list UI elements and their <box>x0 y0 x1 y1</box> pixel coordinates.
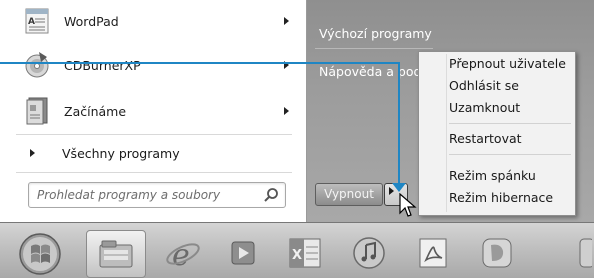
divider <box>16 134 292 135</box>
wordpad-icon: A <box>22 6 52 36</box>
file-explorer-icon <box>99 240 133 268</box>
callout-arrow-icon <box>392 183 406 192</box>
cdburnerxp-icon <box>22 50 52 80</box>
menu-item-lock[interactable]: Uzamknout <box>449 100 520 115</box>
menu-item-switch-user[interactable]: Přepnout uživatele <box>449 56 566 71</box>
svg-text:X: X <box>292 248 302 263</box>
start-orb-icon[interactable] <box>18 232 62 276</box>
svg-text:e: e <box>172 238 190 271</box>
divider <box>16 172 292 173</box>
taskbar-acrobat-button[interactable] <box>404 230 462 276</box>
divider <box>315 48 433 49</box>
program-item-getting-started[interactable]: Začínáme <box>0 94 306 128</box>
shutdown-button[interactable]: Vypnout <box>315 183 383 206</box>
program-item-cdburnerxp[interactable]: CDBurnerXP <box>0 48 306 82</box>
search-icon[interactable] <box>263 187 279 203</box>
acrobat-reader-icon <box>419 238 447 268</box>
search-input[interactable] <box>35 186 259 204</box>
app-icon <box>482 238 512 268</box>
taskbar-media-button[interactable] <box>214 230 272 276</box>
svg-text:A: A <box>28 17 35 27</box>
menu-gutter <box>446 54 447 212</box>
program-label: WordPad <box>64 13 119 29</box>
program-label: CDBurnerXP <box>64 57 141 73</box>
app-icon <box>579 238 592 268</box>
menu-item-hibernate[interactable]: Režim hibernace <box>449 190 553 205</box>
taskbar-overflow-button[interactable] <box>574 230 594 276</box>
all-programs-label: Všechny programy <box>62 146 180 161</box>
submenu-arrow-icon <box>284 107 289 115</box>
internet-explorer-icon: e <box>166 238 200 271</box>
all-programs-button[interactable]: Všechny programy <box>0 140 306 168</box>
menu-divider <box>449 123 571 124</box>
submenu-arrow-icon <box>284 17 289 25</box>
program-item-wordpad[interactable]: A WordPad <box>0 4 306 38</box>
program-label: Začínáme <box>64 103 127 119</box>
callout-line <box>0 62 400 64</box>
taskbar-app-button[interactable] <box>468 230 526 276</box>
search-box[interactable] <box>28 182 286 208</box>
menu-item-restart[interactable]: Restartovat <box>449 131 522 146</box>
help-link[interactable]: Nápověda a pod <box>319 64 421 79</box>
itunes-icon <box>353 237 385 269</box>
shutdown-submenu: Přepnout uživatele Odhlásit se Uzamknout… <box>418 51 576 216</box>
menu-item-sleep[interactable]: Režim spánku <box>449 168 536 183</box>
getting-started-icon <box>22 96 52 126</box>
media-player-icon <box>231 241 255 265</box>
menu-divider <box>449 154 571 155</box>
taskbar-itunes-button[interactable] <box>340 230 398 276</box>
menu-item-log-off[interactable]: Odhlásit se <box>449 78 519 93</box>
taskbar-explorer-button[interactable] <box>86 230 146 278</box>
default-programs-link[interactable]: Výchozí programy <box>319 26 432 41</box>
taskbar-ie-button[interactable]: e <box>154 230 212 276</box>
mouse-cursor-icon <box>399 193 417 217</box>
excel-icon: X <box>289 238 321 268</box>
expand-arrow-icon <box>30 149 35 157</box>
taskbar-excel-button[interactable]: X <box>276 230 334 276</box>
callout-line <box>398 62 400 184</box>
programs-panel: A WordPad CDBurnerXP Začínáme Všechny pr… <box>0 0 307 222</box>
